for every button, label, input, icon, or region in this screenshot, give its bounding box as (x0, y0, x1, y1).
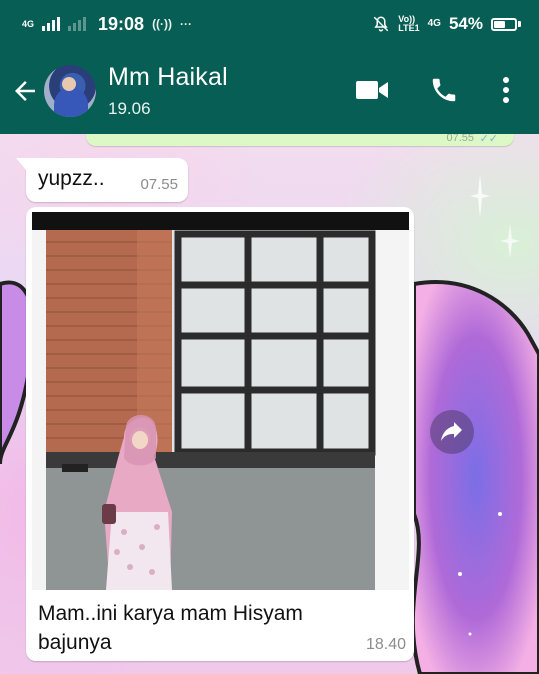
more-notifications-icon: ··· (180, 17, 193, 31)
volte-indicator: Vo)) LTE1 (398, 14, 420, 33)
video-call-button[interactable] (352, 72, 392, 108)
chat-area[interactable]: 07.55 ✓✓ yupzz.. 07.55 Mam..ini karya ma… (0, 134, 539, 674)
contact-name[interactable]: Mm Haikal (108, 63, 228, 92)
voice-call-button[interactable] (426, 72, 462, 108)
battery-icon (491, 17, 521, 31)
back-button[interactable] (10, 76, 40, 106)
avatar[interactable] (44, 65, 96, 117)
read-receipt-icon: ✓✓ (479, 134, 498, 145)
signal-secondary-icon (68, 17, 87, 31)
message-time: 07.55 (140, 176, 178, 193)
message-text: yupzz.. (38, 167, 105, 190)
message-time: 07.55 (446, 134, 474, 144)
forward-icon (441, 422, 462, 441)
network-type-right: 4G (427, 18, 441, 29)
image-attachment[interactable] (32, 212, 409, 590)
network-type-left: 4G (22, 19, 35, 29)
phone-icon (432, 78, 456, 102)
image-caption: Mam..ini karya mam Hisyam bajunya (38, 602, 303, 654)
chat-header: Mm Haikal 19.06 (0, 48, 539, 134)
more-options-button[interactable] (494, 72, 518, 108)
photo-woman-in-hijab (32, 212, 409, 590)
more-vert-icon (503, 77, 509, 103)
mute-icon (374, 16, 389, 32)
status-bar: 4G 19:08 ((·)) ··· Vo)) LTE1 4G 54% (0, 0, 539, 48)
last-seen: 19.06 (108, 99, 151, 118)
hotspot-icon: ((·)) (152, 17, 173, 31)
network-indicator: 4G (22, 19, 35, 29)
video-call-icon (356, 81, 388, 99)
battery-percent: 54% (448, 14, 483, 33)
previous-outgoing-message[interactable]: 07.55 ✓✓ (86, 134, 514, 146)
signal-icon (42, 17, 61, 31)
forward-button[interactable] (430, 410, 474, 454)
message-bubble[interactable]: yupzz.. 07.55 (16, 158, 188, 202)
message-time: 18.40 (365, 636, 406, 653)
arrow-left-icon (15, 81, 35, 101)
status-time: 19:08 (98, 13, 145, 34)
image-message-bubble[interactable]: Mam..ini karya mam Hisyam bajunya 18.40 (26, 207, 414, 661)
